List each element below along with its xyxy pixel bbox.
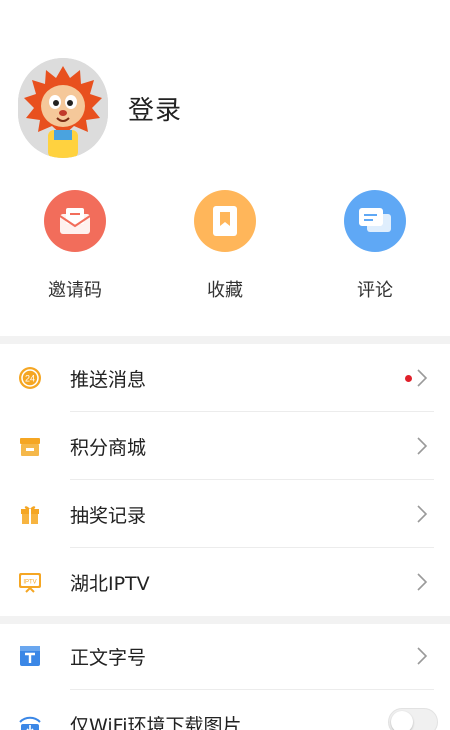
lion-mascot-icon [18, 58, 108, 158]
svg-text:IPTV: IPTV [23, 580, 36, 586]
menu-item-lottery-records[interactable]: 抽奖记录 [0, 480, 450, 548]
favorites-label: 收藏 [207, 280, 243, 301]
login-link[interactable]: 登录 [128, 90, 182, 127]
unread-dot [405, 375, 412, 382]
envelope-icon [44, 190, 106, 252]
tv-icon: IPTV [19, 573, 41, 593]
comments-label: 评论 [357, 280, 393, 301]
menu-group-2: 正文字号 仅WiFi环境下载图片 [0, 622, 450, 730]
chevron-right-icon [417, 647, 428, 665]
section-divider [0, 336, 450, 344]
font-size-icon [20, 646, 40, 666]
menu-group-1: 24 推送消息 积分商城 抽奖记录 IPTV 湖北IPTV [0, 344, 450, 616]
menu-item-label: 湖北IPTV [70, 572, 150, 595]
toggle-knob [391, 711, 413, 730]
profile-header[interactable]: 登录 [18, 58, 182, 158]
menu-item-label: 仅WiFi环境下载图片 [70, 714, 242, 730]
chevron-right-icon [417, 369, 428, 387]
svg-text:24: 24 [25, 374, 35, 384]
comments-button[interactable]: 评论 [320, 190, 430, 302]
chevron-right-icon [417, 437, 428, 455]
chevron-right-icon [417, 573, 428, 591]
chevron-right-icon [417, 505, 428, 523]
menu-item-wifi-only-images: 仅WiFi环境下载图片 [0, 690, 450, 730]
quick-actions: 邀请码 收藏 评论 [0, 190, 450, 310]
avatar[interactable] [18, 58, 108, 158]
menu-item-label: 推送消息 [70, 368, 147, 391]
favorites-button[interactable]: 收藏 [170, 190, 280, 302]
menu-item-font-size[interactable]: 正文字号 [0, 622, 450, 690]
menu-item-points-store[interactable]: 积分商城 [0, 412, 450, 480]
push-24-icon: 24 [19, 367, 41, 389]
wifi-only-toggle[interactable] [388, 708, 438, 730]
gift-icon [21, 506, 39, 524]
invite-code-label: 邀请码 [48, 280, 102, 301]
menu-item-label: 抽奖记录 [70, 504, 147, 527]
menu-item-push-messages[interactable]: 24 推送消息 [0, 344, 450, 412]
invite-code-button[interactable]: 邀请码 [20, 190, 130, 302]
store-icon [20, 438, 40, 456]
chat-bubbles-icon [344, 190, 406, 252]
menu-item-label: 积分商城 [70, 436, 147, 459]
menu-item-label: 正文字号 [70, 646, 147, 669]
bookmark-icon [194, 190, 256, 252]
menu-item-hubei-iptv[interactable]: IPTV 湖北IPTV [0, 548, 450, 616]
wifi-download-icon [19, 716, 41, 730]
